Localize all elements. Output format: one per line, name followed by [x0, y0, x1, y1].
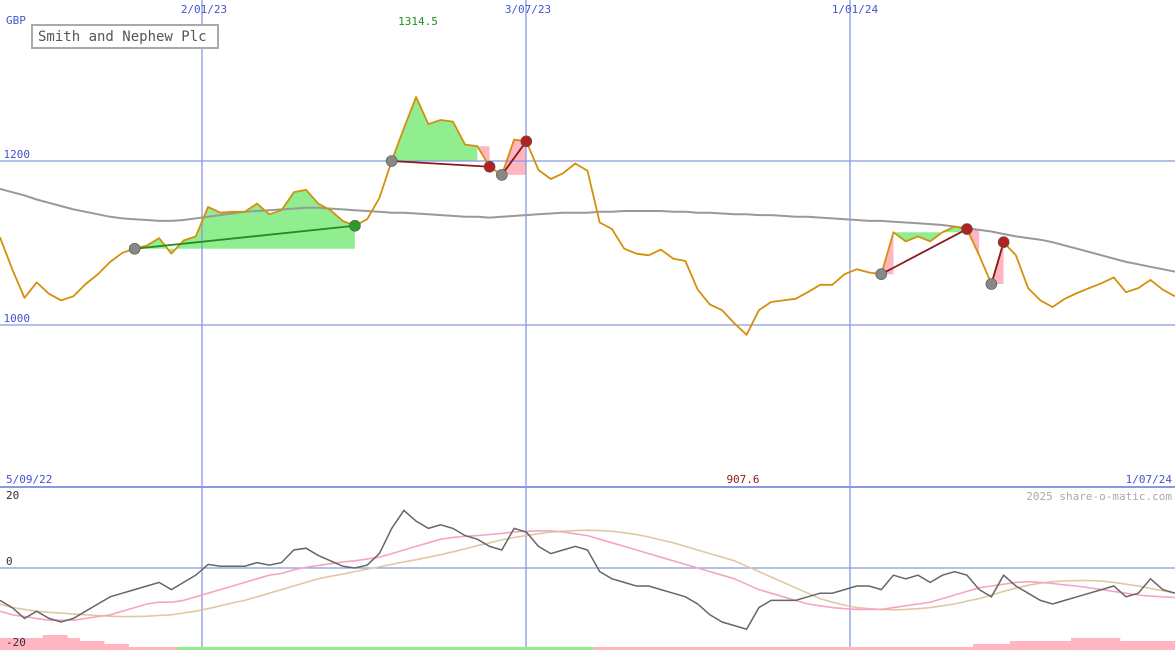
histogram-bar — [1168, 641, 1175, 650]
histogram-bar — [1034, 641, 1047, 650]
osc-y-tick-label: -20 — [6, 636, 26, 649]
histogram-bar — [42, 635, 56, 650]
histogram-bar — [1058, 641, 1072, 650]
histogram-bar — [1009, 641, 1023, 650]
osc-y-tick-label: 20 — [6, 489, 19, 502]
signal-marker-down — [520, 135, 533, 148]
histogram-bar — [973, 644, 986, 650]
x-tick-label: 2/01/23 — [181, 3, 227, 16]
histogram-bar — [79, 641, 93, 650]
y-tick-label: 1200 — [4, 148, 31, 161]
histogram-bar — [1046, 641, 1060, 650]
histogram-bar — [1144, 641, 1157, 650]
currency-label: GBP — [6, 14, 26, 27]
signal-marker-start — [385, 155, 398, 167]
x-end-label: 1/07/24 — [1126, 473, 1173, 486]
oscillator-line — [0, 509, 1175, 631]
histogram-bar — [116, 644, 129, 650]
price-grid — [0, 0, 1175, 650]
histogram-bar — [1095, 638, 1108, 650]
oscillator-histogram — [0, 635, 1175, 650]
gain-loss-fills — [134, 97, 1004, 284]
watermark: 2025 share-o-matic.com — [1026, 490, 1172, 503]
signal-marker-down — [483, 160, 496, 173]
osc-y-tick-label: 0 — [6, 555, 13, 568]
histogram-bar — [1083, 638, 1096, 650]
signal-marker-start — [496, 169, 508, 181]
histogram-bar — [67, 638, 80, 650]
y-tick-label: 1000 — [4, 312, 31, 325]
down-trend-line — [391, 160, 490, 168]
signal-marker-start — [875, 268, 888, 280]
signal-fast-line — [0, 530, 1175, 622]
high-value-label: 1314.5 — [398, 15, 438, 28]
histogram-bar — [1022, 641, 1035, 650]
histogram-bar — [1132, 641, 1145, 650]
price-line — [0, 96, 1175, 336]
histogram-bar — [1071, 638, 1084, 650]
low-value-label: 907.6 — [726, 473, 759, 486]
signal-marker-start — [985, 278, 998, 290]
histogram-bar — [30, 638, 44, 650]
histogram-bar — [91, 641, 105, 650]
histogram-bar — [55, 635, 68, 650]
chart-title: Smith and Nephew Plc — [38, 29, 207, 45]
histogram-bar — [1107, 638, 1121, 650]
x-start-label: 5/09/22 — [6, 473, 52, 486]
histogram-bar — [985, 644, 998, 650]
signal-marker-down — [961, 223, 973, 235]
signal-marker-down — [997, 236, 1010, 248]
signal-slow-line — [0, 529, 1175, 618]
histogram-bar — [997, 644, 1011, 650]
histogram-bar — [1156, 641, 1170, 650]
chart-title-box: Smith and Nephew Plc — [31, 24, 219, 49]
signal-marker-up — [349, 219, 361, 232]
x-tick-label: 3/07/23 — [505, 3, 551, 16]
price-chart: GBP 1200 1000 2/01/23 3/07/23 1/01/24 13… — [0, 0, 1175, 650]
histogram-bar — [104, 644, 117, 650]
x-tick-label: 1/01/24 — [832, 3, 879, 16]
histogram-bar — [1119, 641, 1133, 650]
signal-marker-start — [128, 242, 141, 255]
